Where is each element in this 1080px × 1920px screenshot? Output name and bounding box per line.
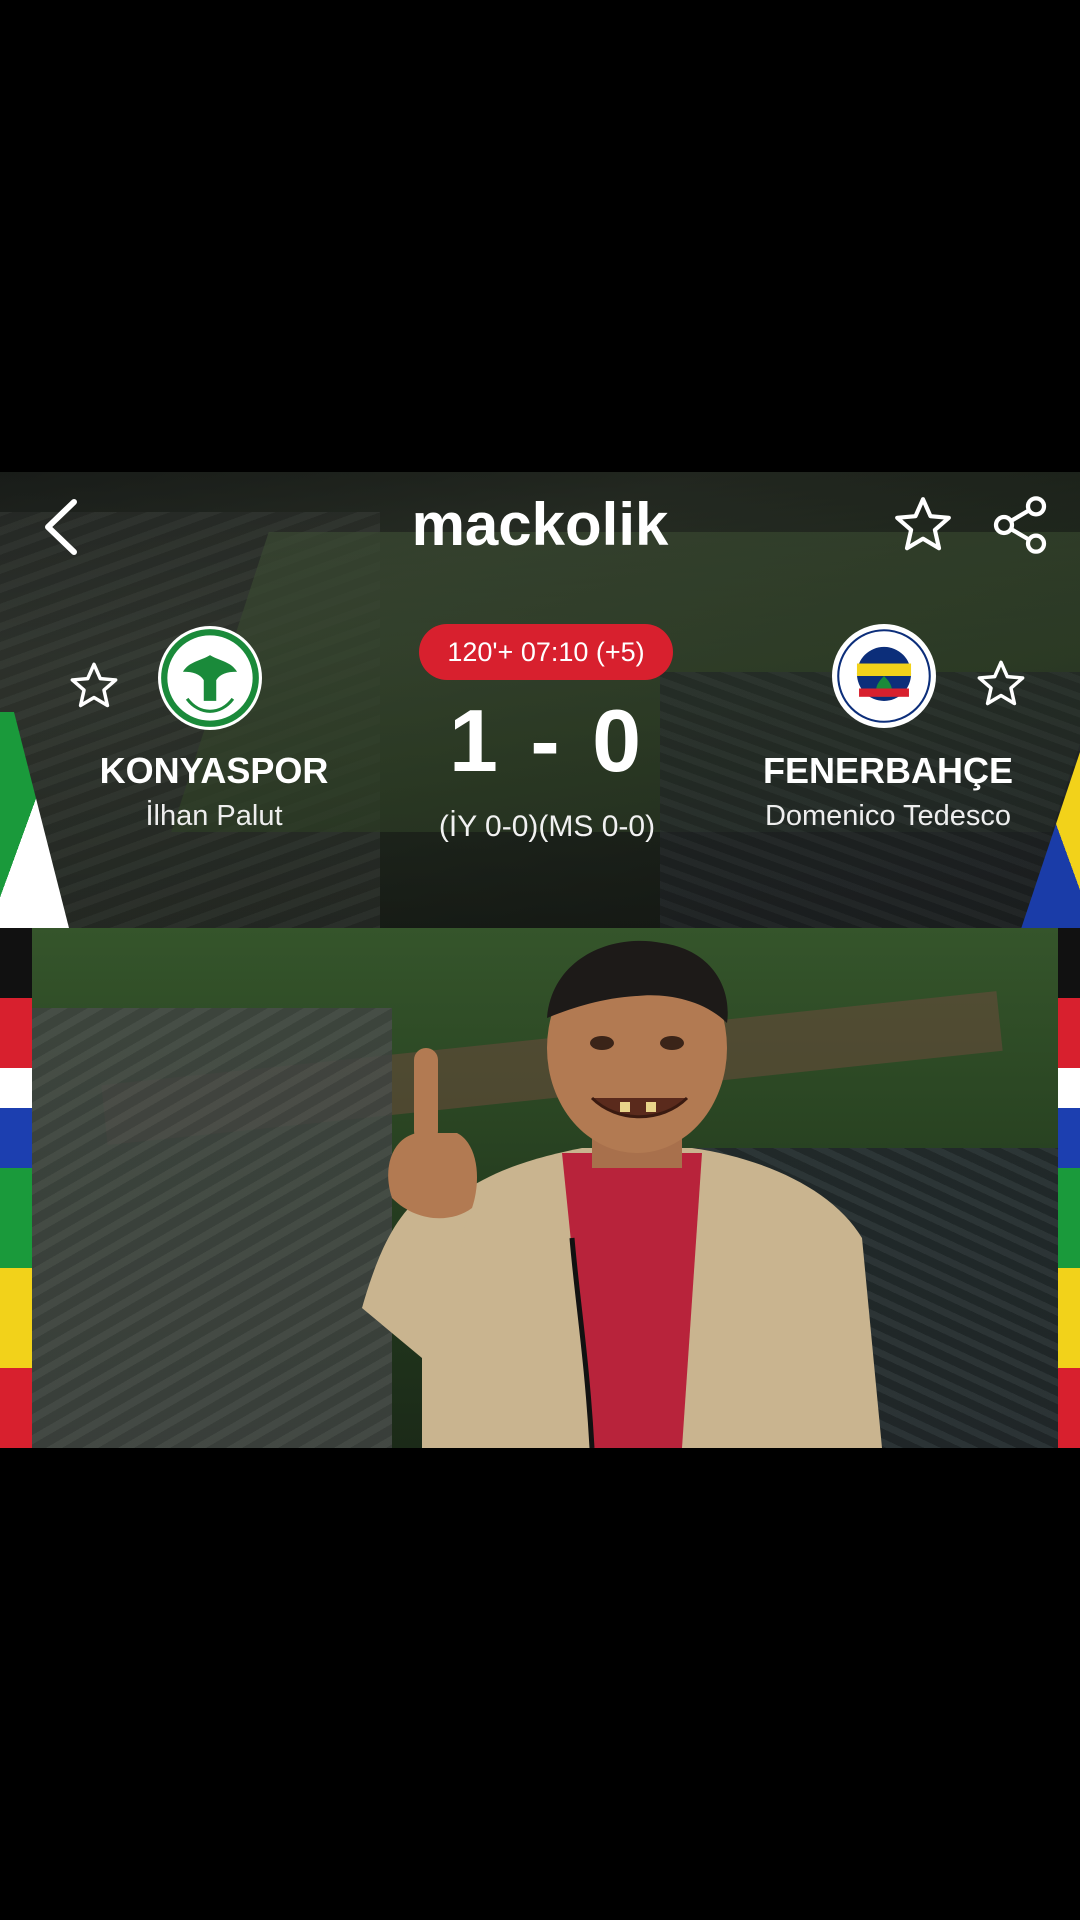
star-outline-icon[interactable] [892, 494, 954, 556]
half-time-full-time-score: (İY 0-0)(MS 0-0) [438, 810, 656, 843]
stadium-stands [32, 1008, 392, 1448]
chevron-left-icon[interactable] [38, 492, 88, 562]
home-team-name[interactable]: KONYASPOR [64, 750, 364, 792]
fenerbahce-crest-icon [832, 624, 936, 728]
top-black-band [0, 0, 1080, 472]
away-team-name[interactable]: FENERBAHÇE [738, 750, 1038, 792]
away-team-favorite-star-icon[interactable] [975, 658, 1027, 710]
share-icon[interactable] [988, 492, 1052, 558]
top-bar: mackolik [0, 472, 1080, 582]
flag-decoration-right [1058, 928, 1080, 1448]
match-time-badge: 120'+ 07:10 (+5) [419, 624, 673, 680]
bottom-black-band [0, 1448, 1080, 1920]
meme-image-region [0, 928, 1080, 1448]
meme-photo [32, 928, 1058, 1448]
person-gesturing-image [362, 940, 882, 1448]
match-score: 1 - 0 [448, 691, 646, 790]
away-team-coach: Domenico Tedesco [764, 800, 1012, 832]
flag-decoration-left [0, 928, 32, 1448]
home-team-coach: İlhan Palut [145, 800, 283, 832]
app-brand-logo: mackolik [411, 491, 669, 558]
home-team-favorite-star-icon[interactable] [68, 660, 120, 712]
match-header: mackolik KONYASPOR İlhan Palut 120'+ 07:… [0, 472, 1080, 928]
konyaspor-crest-icon [158, 626, 262, 730]
